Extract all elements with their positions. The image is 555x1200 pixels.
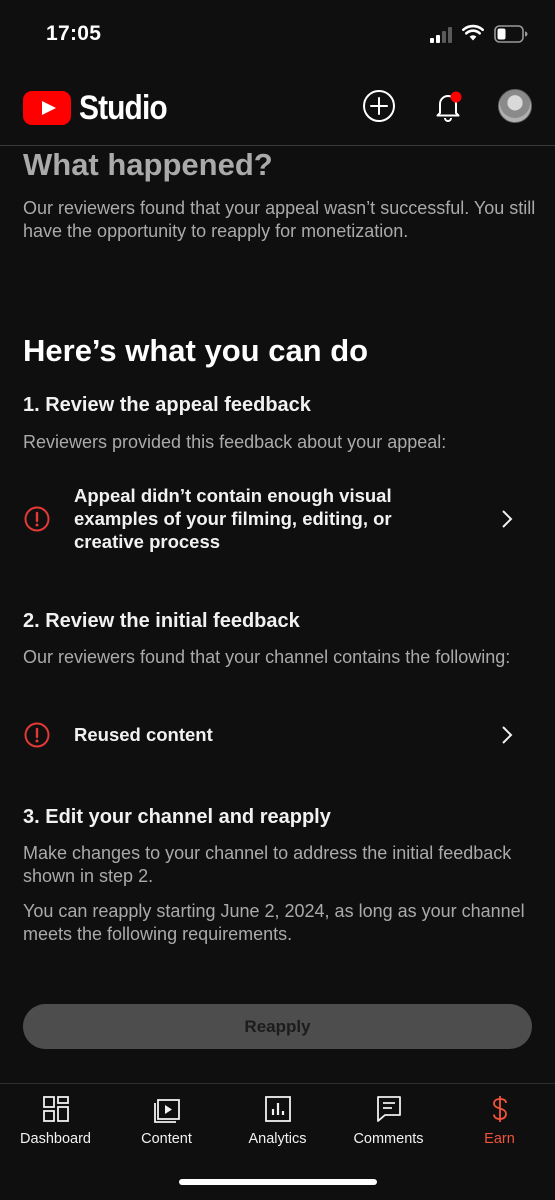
avatar[interactable] xyxy=(498,89,532,123)
actions-title: Here’s what you can do xyxy=(23,333,369,368)
step-1-body: Reviewers provided this feedback about y… xyxy=(23,432,447,452)
nav-comments[interactable]: Comments xyxy=(333,1094,444,1154)
nav-earn-label: Earn xyxy=(484,1131,515,1147)
battery-icon xyxy=(494,25,528,43)
youtube-logo-icon xyxy=(23,91,71,125)
studio-logo[interactable]: Studio xyxy=(23,88,179,128)
cellular-signal-icon xyxy=(430,27,454,43)
appeal-result-content[interactable]: What happened? Our reviewers found that … xyxy=(0,147,555,1083)
analytics-icon xyxy=(264,1096,291,1122)
reapply-button[interactable]: Reapply xyxy=(23,1004,532,1049)
create-plus-icon[interactable] xyxy=(361,88,397,124)
wifi-icon xyxy=(462,24,484,41)
error-alert-icon xyxy=(24,722,50,748)
status-bar: 17:05 xyxy=(0,0,555,70)
initial-feedback-text: Reused content xyxy=(74,724,213,745)
step-3-body: Make changes to your channel to address … xyxy=(23,843,512,886)
chevron-right-icon xyxy=(502,726,513,744)
appeal-feedback-text: Appeal didn’t contain enough visual exam… xyxy=(74,485,392,552)
home-indicator xyxy=(179,1179,377,1185)
nav-analytics[interactable]: Analytics xyxy=(222,1094,333,1154)
app-header: Studio xyxy=(0,70,555,146)
nav-dashboard-label: Dashboard xyxy=(20,1131,91,1147)
nav-earn[interactable]: Earn xyxy=(444,1094,555,1154)
notification-dot xyxy=(450,91,462,103)
what-happened-title: What happened? xyxy=(23,147,273,182)
nav-dashboard[interactable]: Dashboard xyxy=(0,1094,111,1154)
bell-icon[interactable] xyxy=(430,88,466,124)
nav-content[interactable]: Content xyxy=(111,1094,222,1154)
chevron-right-icon xyxy=(502,510,513,528)
nav-analytics-label: Analytics xyxy=(248,1131,307,1147)
step-2-body: Our reviewers found that your channel co… xyxy=(23,647,511,667)
what-happened-body: Our reviewers found that your appeal was… xyxy=(23,198,536,241)
comments-icon xyxy=(376,1096,401,1122)
appeal-feedback-item[interactable]: Appeal didn’t contain enough visual exam… xyxy=(0,483,555,555)
step-3-title: 3. Edit your channel and reapply xyxy=(23,806,331,828)
studio-brand-text: Studio xyxy=(79,88,168,127)
initial-feedback-item[interactable]: Reused content xyxy=(0,714,555,754)
step-1-title: 1. Review the appeal feedback xyxy=(23,394,311,416)
nav-content-label: Content xyxy=(141,1131,192,1147)
status-time: 17:05 xyxy=(46,22,102,45)
dashboard-icon xyxy=(42,1096,69,1122)
step-2-title: 2. Review the initial feedback xyxy=(23,610,300,632)
content-icon xyxy=(153,1099,180,1123)
step-3-requirements-text: You can reapply starting June 2, 2024, a… xyxy=(23,901,525,944)
nav-comments-label: Comments xyxy=(353,1131,424,1147)
earn-icon xyxy=(492,1096,507,1122)
error-alert-icon xyxy=(24,506,50,532)
